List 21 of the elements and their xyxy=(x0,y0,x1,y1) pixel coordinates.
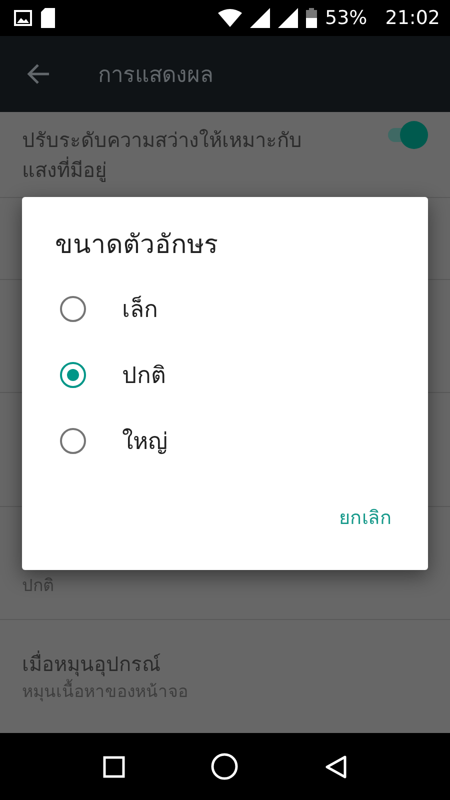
option-label[interactable]: ปกติ xyxy=(122,357,166,393)
signal-icon xyxy=(250,8,270,28)
cancel-button[interactable]: ยกเลิก xyxy=(333,496,398,538)
radio-button[interactable] xyxy=(60,428,86,454)
screen-title: การแสดงผล xyxy=(98,62,213,90)
dialog-title: ขนาดตัวอักษร xyxy=(54,229,219,262)
setting-title: ปรับระดับความสว่างให้เหมาะกับแสงที่มีอยู่ xyxy=(22,126,303,184)
option-label[interactable]: ใหญ่ xyxy=(122,423,168,459)
image-icon xyxy=(14,10,32,26)
option-label[interactable]: เล็ก xyxy=(122,291,158,327)
home-button[interactable] xyxy=(211,753,238,780)
recents-button[interactable] xyxy=(103,756,126,778)
battery-icon xyxy=(306,8,317,28)
signal-icon xyxy=(278,8,298,28)
battery-percentage: 53% xyxy=(325,7,368,29)
setting-title: เมื่อหมุนอุปกรณ์ xyxy=(22,650,162,678)
clock-time: 21:02 xyxy=(385,7,440,29)
wifi-icon xyxy=(218,9,242,27)
radio-button[interactable] xyxy=(60,296,86,322)
radio-button[interactable] xyxy=(60,362,86,388)
sd-card-icon xyxy=(40,8,56,28)
